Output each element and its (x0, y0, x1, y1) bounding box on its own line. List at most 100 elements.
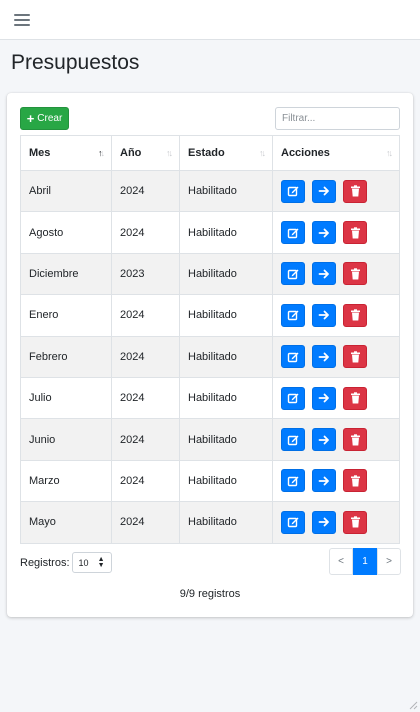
edit-icon[interactable] (281, 428, 305, 452)
table-row: Enero 2024 Habilitado (20, 294, 400, 337)
table-row: Julio 2024 Habilitado (20, 376, 400, 420)
trash-icon[interactable] (343, 469, 367, 493)
cell-anio: 2024 (111, 418, 180, 461)
cell-anio: 2024 (111, 459, 180, 503)
cell-estado: Habilitado (179, 459, 273, 503)
top-navbar (0, 0, 420, 40)
cell-mes: Mayo (20, 501, 112, 544)
table-row: Marzo 2024 Habilitado (20, 459, 400, 503)
column-header-estado[interactable]: Estado ↑↓ (179, 135, 273, 171)
table-row: Febrero 2024 Habilitado (20, 335, 400, 378)
table-row: Junio 2024 Habilitado (20, 418, 400, 461)
trash-icon[interactable] (343, 386, 367, 410)
table-row: Diciembre 2023 Habilitado (20, 252, 400, 296)
arrow-right-icon[interactable] (312, 221, 336, 245)
trash-icon[interactable] (343, 428, 367, 452)
cell-estado: Habilitado (179, 294, 273, 337)
budgets-table: Mes ↑↓ Año ↑↓ Estado ↑↓ Acciones ↑↓ Abri… (20, 135, 400, 544)
cell-anio: 2023 (111, 252, 180, 296)
trash-icon[interactable] (343, 262, 367, 286)
cell-anio: 2024 (111, 211, 180, 254)
arrow-right-icon[interactable] (312, 428, 336, 452)
next-page-button[interactable]: > (377, 548, 401, 575)
cell-estado: Habilitado (179, 335, 273, 378)
cell-acciones (272, 211, 400, 254)
sort-icon: ↑↓ (259, 148, 266, 158)
cell-anio: 2024 (111, 294, 180, 337)
trash-icon[interactable] (343, 345, 367, 369)
edit-icon[interactable] (281, 221, 305, 245)
page-size-control: Registros: 10 ▲ ▼ (20, 552, 112, 573)
cell-mes: Enero (20, 294, 112, 337)
trash-icon[interactable] (343, 221, 367, 245)
column-header-mes[interactable]: Mes ↑↓ (20, 135, 112, 171)
page-1-button[interactable]: 1 (353, 548, 377, 575)
cell-estado: Habilitado (179, 376, 273, 420)
table-row: Agosto 2024 Habilitado (20, 211, 400, 254)
plus-icon: + (26, 111, 35, 126)
table-row: Abril 2024 Habilitado (20, 169, 400, 213)
arrow-right-icon[interactable] (312, 386, 336, 410)
registros-label: Registros: (20, 556, 70, 569)
page-title: Presupuestos (11, 51, 140, 74)
cell-mes: Diciembre (20, 252, 112, 296)
budgets-card: + Crear Mes ↑↓ Año ↑↓ Estado ↑↓ Acciones (7, 93, 413, 617)
filter-input[interactable] (275, 107, 400, 130)
cell-acciones (272, 169, 400, 213)
cell-estado: Habilitado (179, 169, 273, 213)
edit-icon[interactable] (281, 510, 305, 534)
cell-mes: Abril (20, 169, 112, 213)
cell-acciones (272, 294, 400, 337)
cell-mes: Julio (20, 376, 112, 420)
sort-asc-icon: ↑↓ (98, 148, 105, 158)
arrow-right-icon[interactable] (312, 179, 336, 203)
cell-anio: 2024 (111, 501, 180, 544)
cell-mes: Junio (20, 418, 112, 461)
table-body: Abril 2024 Habilitado Agosto 2024 Habilitado D… (20, 169, 400, 544)
edit-icon[interactable] (281, 345, 305, 369)
trash-icon[interactable] (343, 510, 367, 534)
cell-anio: 2024 (111, 376, 180, 420)
cell-acciones (272, 501, 400, 544)
table-row: Mayo 2024 Habilitado (20, 501, 400, 544)
cell-acciones (272, 376, 400, 420)
cell-estado: Habilitado (179, 211, 273, 254)
arrow-right-icon[interactable] (312, 469, 336, 493)
edit-icon[interactable] (281, 262, 305, 286)
table-header-row: Mes ↑↓ Año ↑↓ Estado ↑↓ Acciones ↑↓ (20, 135, 400, 171)
cell-estado: Habilitado (179, 501, 273, 544)
edit-icon[interactable] (281, 179, 305, 203)
cell-mes: Agosto (20, 211, 112, 254)
cell-anio: 2024 (111, 169, 180, 213)
page-size-select[interactable]: 10 ▲ ▼ (71, 552, 112, 573)
column-header-anio[interactable]: Año ↑↓ (111, 135, 180, 171)
column-header-acciones[interactable]: Acciones ↑↓ (272, 135, 400, 171)
cell-acciones (272, 459, 400, 503)
cell-mes: Marzo (20, 459, 112, 503)
sort-icon: ↑↓ (386, 148, 393, 158)
hamburger-icon[interactable] (14, 13, 30, 26)
select-arrows-icon: ▲ ▼ (97, 555, 105, 569)
create-button[interactable]: + Crear (20, 107, 69, 130)
create-button-label: Crear (37, 113, 63, 124)
edit-icon[interactable] (281, 386, 305, 410)
sort-icon: ↑↓ (166, 148, 173, 158)
cell-anio: 2024 (111, 335, 180, 378)
arrow-right-icon[interactable] (312, 345, 336, 369)
trash-icon[interactable] (343, 303, 367, 327)
cell-acciones (272, 252, 400, 296)
pagination: < 1 > (329, 548, 401, 575)
resize-handle-icon[interactable] (409, 701, 418, 710)
prev-page-button[interactable]: < (329, 548, 353, 575)
cell-acciones (272, 335, 400, 378)
arrow-right-icon[interactable] (312, 510, 336, 534)
cell-mes: Febrero (20, 335, 112, 378)
arrow-right-icon[interactable] (312, 303, 336, 327)
trash-icon[interactable] (343, 179, 367, 203)
records-count: 9/9 registros (179, 588, 241, 600)
cell-estado: Habilitado (179, 418, 273, 461)
cell-estado: Habilitado (179, 252, 273, 296)
edit-icon[interactable] (281, 469, 305, 493)
edit-icon[interactable] (281, 303, 305, 327)
arrow-right-icon[interactable] (312, 262, 336, 286)
